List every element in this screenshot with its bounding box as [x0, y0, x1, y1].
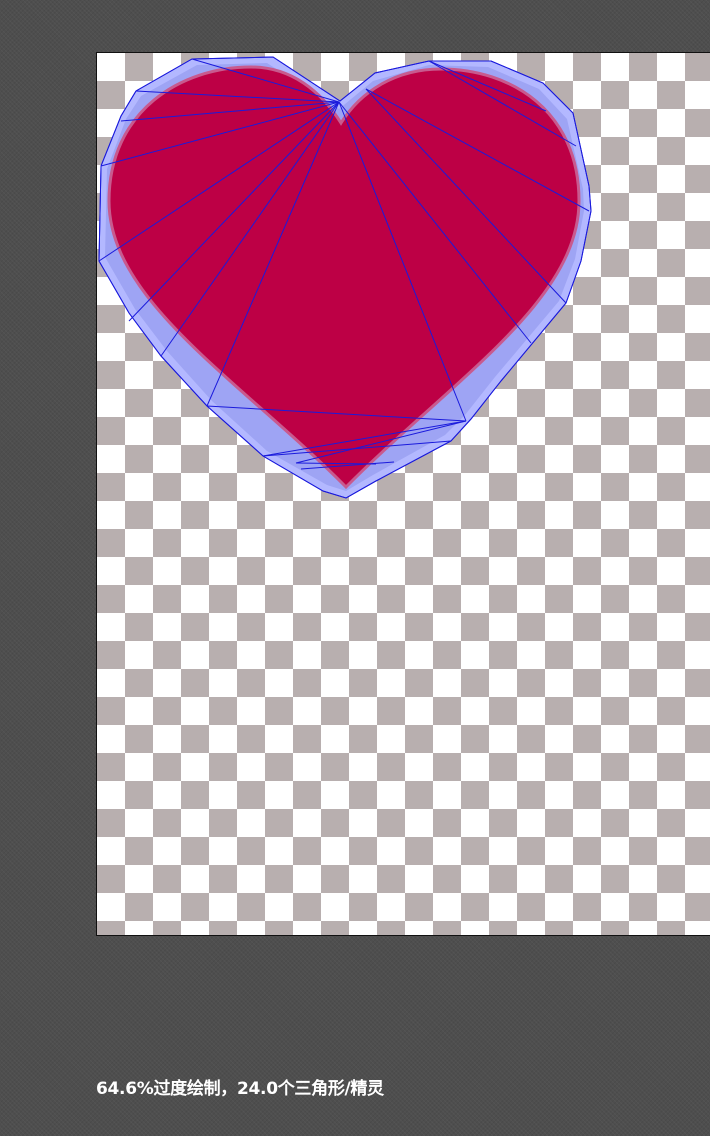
transparent-canvas	[96, 52, 710, 936]
heart-sprite-icon	[98, 56, 592, 499]
overdraw-stats-label: 64.6%过度绘制，24.0个三角形/精灵	[96, 1079, 384, 1099]
heart-body	[107, 65, 581, 490]
